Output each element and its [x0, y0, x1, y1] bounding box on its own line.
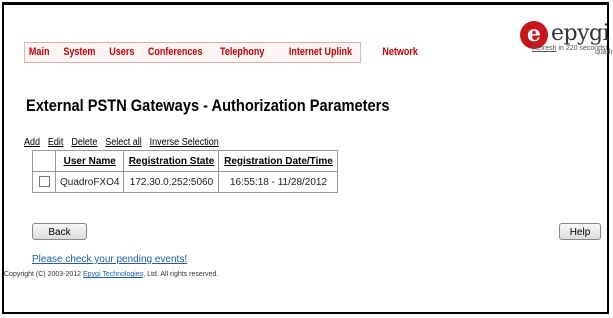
logo-brand: epygi — [551, 21, 610, 46]
inverse-selection-link[interactable]: Inverse Selection — [150, 137, 219, 148]
company-link[interactable]: Epygi Technologies — [83, 271, 143, 278]
page-frame: Main System Users Conferences Telephony … — [2, 2, 613, 314]
menu-users[interactable]: Users — [109, 46, 134, 58]
pending-events-link[interactable]: Please check your pending events! — [32, 254, 187, 265]
table-header-row: User Name Registration State Registratio… — [32, 150, 339, 172]
row-checkbox[interactable] — [38, 176, 50, 188]
back-button[interactable]: Back — [32, 223, 87, 240]
copyright-suffix: , Ltd. All rights reserved. — [143, 271, 219, 278]
menu-conferences[interactable]: Conferences — [148, 46, 203, 58]
menu-telephony[interactable]: Telephony — [220, 46, 264, 58]
menu-main[interactable]: Main — [29, 46, 50, 58]
copyright-prefix: Copyright (C) 2003-2012 — [4, 271, 82, 278]
page-title: External PSTN Gateways - Authorization P… — [26, 96, 390, 115]
refresh-countdown: Refresh in 220 seconds! — [532, 45, 608, 52]
gateways-table: User Name Registration State Registratio… — [32, 150, 339, 193]
column-header-user-name[interactable]: User Name — [54, 150, 125, 172]
delete-link[interactable]: Delete — [71, 137, 97, 148]
refresh-link[interactable]: Refresh — [532, 45, 557, 52]
row-select-cell — [32, 171, 56, 193]
menu-network[interactable]: Network — [382, 46, 418, 58]
copyright: Copyright (C) 2003-2012 Epygi Technologi… — [4, 271, 218, 278]
help-button[interactable]: Help — [559, 223, 601, 240]
main-menu: Main System Users Conferences Telephony … — [24, 42, 418, 63]
edit-link[interactable]: Edit — [48, 137, 64, 148]
column-header-registration-state[interactable]: Registration State — [123, 150, 220, 172]
column-header-registration-datetime[interactable]: Registration Date/Time — [218, 150, 339, 172]
cell-user-name: QuadroFXO4 — [54, 171, 125, 193]
select-column-header — [32, 150, 56, 172]
refresh-text: in 220 seconds! — [558, 45, 608, 52]
add-link[interactable]: Add — [24, 137, 40, 148]
action-links: Add Edit Delete Select all Inverse Selec… — [24, 137, 224, 148]
cell-registration-datetime: 16:55:18 - 11/28/2012 — [218, 171, 339, 193]
table-row: QuadroFXO4 172.30.0.252:5060 16:55:18 - … — [32, 171, 339, 193]
menu-system[interactable]: System — [63, 46, 95, 58]
select-all-link[interactable]: Select all — [105, 137, 142, 148]
cell-registration-state: 172.30.0.252:5060 — [123, 171, 220, 193]
menu-internet-uplink[interactable]: Internet Uplink — [289, 46, 352, 58]
